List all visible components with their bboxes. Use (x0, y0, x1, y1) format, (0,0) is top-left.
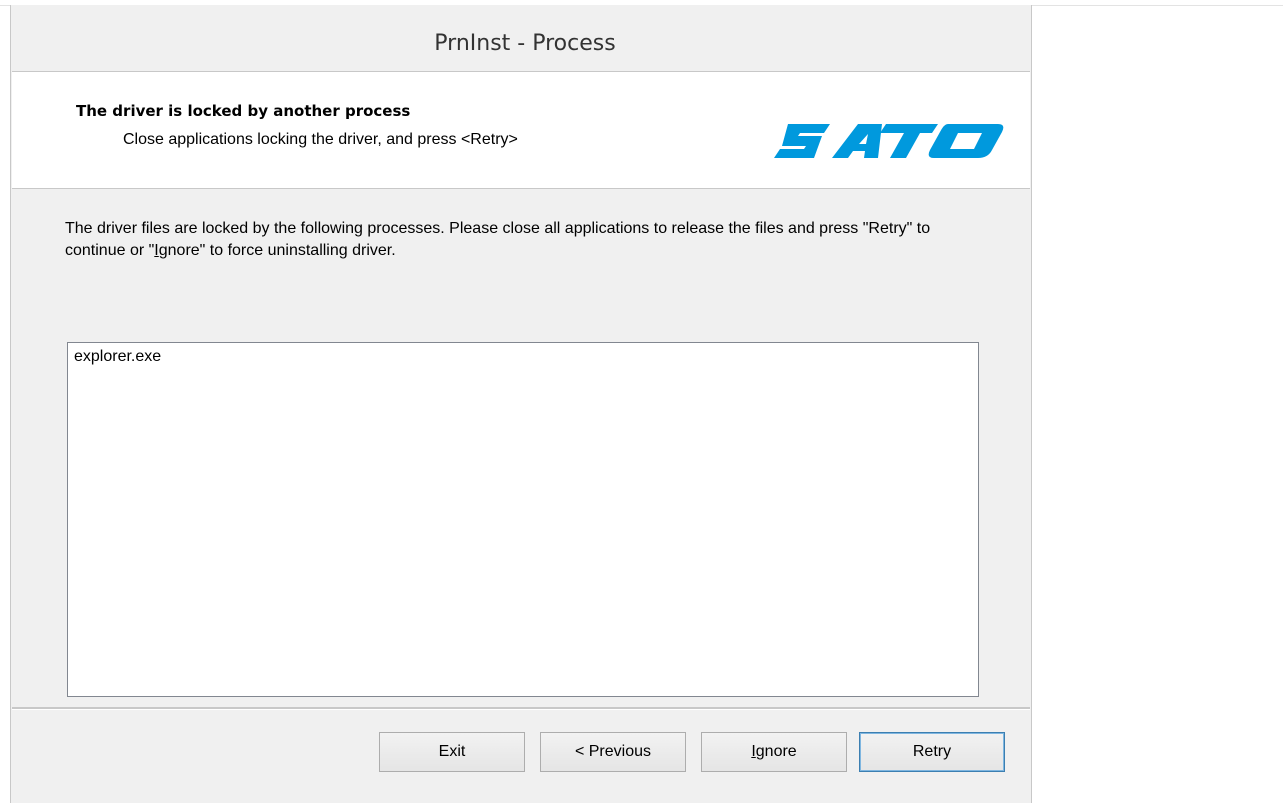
window-title: PrnInst - Process (434, 30, 616, 56)
previous-button-label: < Previous (574, 743, 652, 760)
instruction-part2: gnore" to force uninstalling driver. (158, 242, 396, 259)
instruction-text: The driver files are locked by the follo… (65, 218, 985, 262)
list-item[interactable]: explorer.exe (74, 348, 161, 366)
footer-divider (12, 707, 1030, 710)
retry-button-label: Retry (912, 743, 952, 760)
locking-process-list[interactable]: explorer.exe (67, 342, 979, 697)
exit-button[interactable]: Exit (379, 732, 525, 772)
exit-button-label: Exit (438, 743, 466, 760)
installer-window: PrnInst - Process The driver is locked b… (10, 5, 1032, 803)
sato-logo (774, 124, 1004, 158)
header-title: The driver is locked by another process (76, 102, 411, 120)
ignore-button[interactable]: Ignore (701, 732, 847, 772)
header-subtitle: Close applications locking the driver, a… (123, 131, 518, 148)
ignore-button-label: gnore (755, 743, 797, 760)
retry-button[interactable]: Retry (859, 732, 1005, 772)
body-panel: The driver files are locked by the follo… (12, 189, 1030, 707)
header-panel: The driver is locked by another process … (12, 71, 1030, 189)
previous-button[interactable]: < Previous (540, 732, 686, 772)
title-bar[interactable]: PrnInst - Process (11, 5, 1031, 71)
